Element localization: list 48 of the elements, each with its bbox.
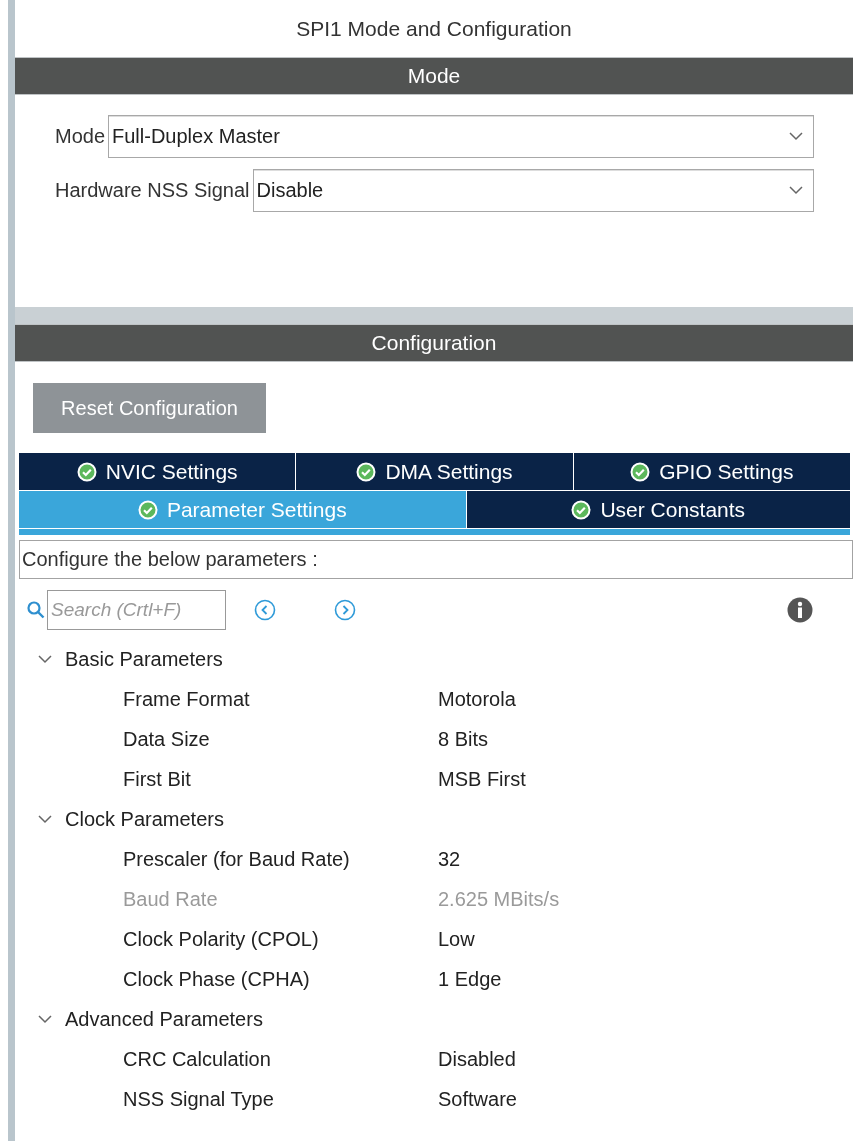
chevron-down-icon[interactable] (38, 654, 52, 664)
field-label: Mode (55, 125, 106, 148)
parameter-name: First Bit (122, 767, 192, 791)
chevron-down-icon[interactable] (38, 1014, 52, 1024)
parameter-value: 8 Bits (438, 727, 489, 751)
chevron-down-icon[interactable] (38, 814, 52, 824)
parameter-value: MSB First (438, 767, 526, 791)
previous-icon[interactable] (254, 599, 276, 621)
search-icon (27, 601, 45, 619)
parameter-value: 2.625 MBits/s (438, 887, 560, 911)
section-header: Mode (15, 57, 853, 95)
group-label[interactable]: Advanced Parameters (65, 1007, 263, 1031)
parameter-value: Software (438, 1087, 517, 1111)
parameter-value: 1 Edge (438, 967, 502, 991)
group-label[interactable]: Clock Parameters (65, 807, 224, 831)
parameter-name: Data Size (122, 727, 211, 751)
check-icon (630, 461, 651, 482)
parameter-name: Clock Polarity (CPOL) (122, 927, 320, 951)
parameter-name: NSS Signal Type (122, 1087, 275, 1111)
parameter-name: Clock Phase (CPHA) (122, 967, 311, 991)
dropdown-field[interactable]: Disable (252, 169, 814, 212)
tab[interactable]: GPIO Settings (573, 453, 850, 490)
field-label: Hardware NSS Signal (55, 179, 250, 202)
dropdown-field[interactable]: Full-Duplex Master (108, 115, 814, 158)
tab[interactable]: DMA Settings (296, 453, 573, 490)
info-icon[interactable] (787, 597, 813, 623)
section-header: Configuration (15, 324, 853, 362)
dropdown-caret-icon (789, 186, 803, 195)
parameter-value: Low (438, 927, 475, 951)
parameter-value: Disabled (438, 1047, 516, 1071)
check-icon (137, 499, 158, 520)
parameter-name: CRC Calculation (122, 1047, 272, 1071)
check-icon (76, 461, 97, 482)
next-icon[interactable] (334, 599, 356, 621)
dropdown-caret-icon (789, 132, 803, 141)
parameter-value: 32 (438, 847, 461, 871)
panel-title: SPI1 Mode and Configuration (295, 15, 573, 42)
parameter-name: Baud Rate (122, 887, 219, 911)
parameter-value: Motorola (438, 687, 516, 711)
tab[interactable]: User Constants (466, 491, 850, 528)
description-label: Configure the below parameters : (19, 540, 853, 579)
check-icon (356, 461, 377, 482)
tab[interactable]: NVIC Settings (19, 453, 296, 490)
group-label[interactable]: Basic Parameters (65, 647, 223, 671)
check-icon (571, 499, 592, 520)
search-field[interactable]: Search (Crtl+F) (47, 590, 226, 630)
parameter-name: Prescaler (for Baud Rate) (122, 847, 351, 871)
parameter-name: Frame Format (122, 687, 251, 711)
